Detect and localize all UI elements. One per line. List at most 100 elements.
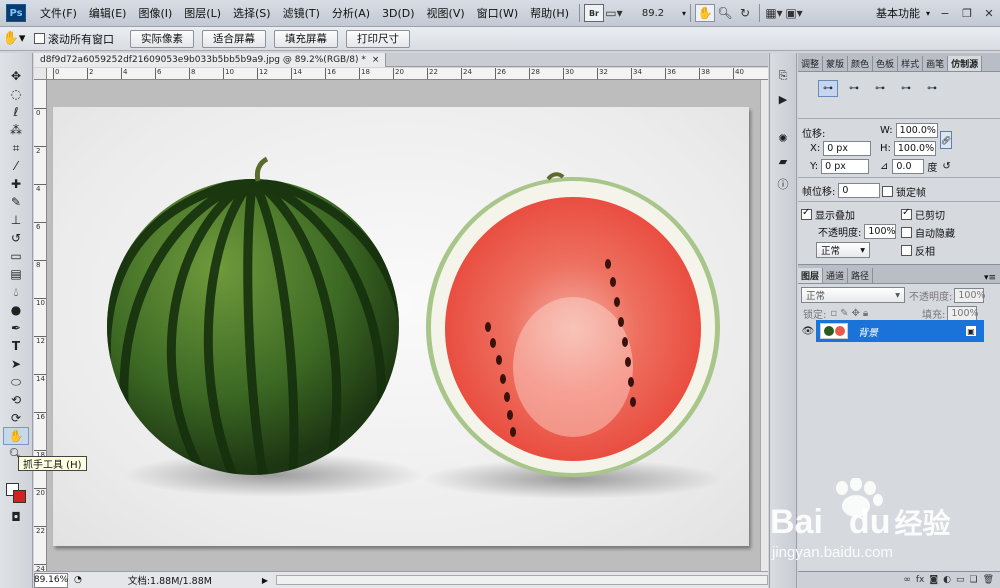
gradient-tool-icon[interactable]: ▤	[3, 265, 29, 283]
restore-icon[interactable]: ❐	[956, 4, 978, 22]
clipped-checkbox[interactable]: 已剪切	[901, 207, 945, 222]
tab-clone-source[interactable]: 仿制源	[948, 56, 983, 71]
vertical-ruler[interactable]: 0 2 4 6 8 10 12 14 16 18 20 22 24	[34, 80, 47, 571]
lock-frame-checkbox[interactable]: 锁定帧	[882, 184, 926, 199]
link-layers-icon[interactable]: ∞	[903, 575, 911, 585]
clone-source-1-icon[interactable]: ⊶	[818, 80, 838, 97]
frame-offset-input[interactable]: 0	[838, 183, 881, 198]
lock-options-icon[interactable]: ▫✎✥🔒︎	[830, 308, 871, 319]
menu-3d[interactable]: 3D(D)	[376, 0, 421, 27]
x-offset-input[interactable]: 0 px	[823, 141, 872, 156]
status-zoom-field[interactable]: 89.16%	[34, 572, 68, 588]
document-image[interactable]	[53, 107, 749, 546]
minimize-icon[interactable]: −	[934, 4, 956, 22]
workspace-switcher[interactable]: 基本功能	[870, 5, 926, 21]
move-tool-icon[interactable]: ✥	[3, 67, 29, 85]
fx-icon[interactable]: fx	[916, 575, 925, 585]
menu-filter[interactable]: 滤镜(T)	[277, 0, 326, 27]
horizontal-ruler[interactable]: 0 2 4 6 8 10 12 14 16 18 20 22 24 26 28 30 32 34 36 38 40	[47, 68, 768, 80]
info-panel-icon[interactable]: ⓘ	[773, 174, 793, 194]
angle-input[interactable]: 0.0	[892, 159, 925, 174]
crop-tool-icon[interactable]: ⌗	[3, 139, 29, 157]
shape-tool-icon[interactable]: ⬭	[3, 373, 29, 391]
adjustment-layer-icon[interactable]: ◐	[943, 575, 951, 585]
tab-paths[interactable]: 路径	[848, 268, 874, 283]
vertical-scrollbar[interactable]	[760, 80, 768, 571]
3d-rotate-tool-icon[interactable]: ⟲	[3, 391, 29, 409]
blend-mode-select[interactable]: 正常 ▾	[801, 287, 905, 303]
blur-tool-icon[interactable]: 💧︎	[3, 283, 29, 301]
checkbox-box[interactable]	[901, 245, 912, 256]
menu-image[interactable]: 图像(I)	[132, 0, 178, 27]
tab-styles[interactable]: 样式	[898, 56, 924, 71]
quick-mask-icon[interactable]: ◘	[3, 508, 29, 526]
invert-checkbox[interactable]: 反相	[901, 243, 935, 258]
brush-tool-icon[interactable]: ✎	[3, 193, 29, 211]
ruler-origin[interactable]	[34, 68, 47, 80]
y-offset-input[interactable]: 0 px	[821, 159, 870, 174]
menu-analysis[interactable]: 分析(A)	[326, 0, 376, 27]
fill-screen-button[interactable]: 填充屏幕	[274, 29, 338, 48]
arrange-documents-icon[interactable]: ▦▾	[764, 4, 784, 22]
navigator-panel-icon[interactable]: ✺	[773, 128, 793, 148]
chevron-down-icon[interactable]: ▾	[682, 9, 686, 18]
link-scale-icon[interactable]: 🔗︎	[940, 131, 952, 149]
tab-masks[interactable]: 蒙版	[823, 56, 849, 71]
eraser-tool-icon[interactable]: ▭	[3, 247, 29, 265]
zoom-level[interactable]: 89.2	[624, 8, 682, 19]
view-extras-icon[interactable]: ▭▾	[604, 4, 624, 22]
layer-row-background[interactable]: 👁︎ 背景 ▣	[800, 320, 984, 342]
screen-mode-icon[interactable]: ▣▾	[784, 4, 804, 22]
checkbox-box[interactable]	[801, 207, 812, 220]
actual-pixels-button[interactable]: 实际像素	[130, 29, 194, 48]
menu-view[interactable]: 视图(V)	[421, 0, 471, 27]
delete-layer-icon[interactable]: 🗑︎	[983, 575, 994, 585]
marquee-tool-icon[interactable]: ◌	[3, 85, 29, 103]
auto-hide-checkbox[interactable]: 自动隐藏	[901, 225, 955, 240]
status-info-icon[interactable]: ◔	[74, 575, 82, 585]
healing-brush-tool-icon[interactable]: ✚	[3, 175, 29, 193]
actions-panel-icon[interactable]: ▶	[773, 89, 793, 109]
new-layer-icon[interactable]: ❏	[969, 575, 977, 585]
clone-source-5-icon[interactable]: ⊶	[922, 80, 942, 97]
overlay-opacity-input[interactable]: 100%	[864, 224, 897, 239]
rotate-view-icon[interactable]: ↻	[735, 4, 755, 22]
lasso-tool-icon[interactable]: ℓ	[3, 103, 29, 121]
histogram-panel-icon[interactable]: ▰	[773, 151, 793, 171]
dodge-tool-icon[interactable]: ●	[3, 301, 29, 319]
layer-opacity-input[interactable]: 100%	[954, 288, 986, 303]
clone-source-3-icon[interactable]: ⊶	[870, 80, 890, 97]
history-panel-icon[interactable]: ⎘	[773, 66, 793, 86]
tab-swatches[interactable]: 色板	[873, 56, 899, 71]
close-icon[interactable]: ✕	[978, 4, 1000, 22]
print-size-button[interactable]: 打印尺寸	[346, 29, 410, 48]
tab-color[interactable]: 颜色	[848, 56, 874, 71]
new-group-icon[interactable]: ▭	[956, 575, 965, 585]
canvas-area[interactable]	[47, 80, 760, 571]
type-tool-icon[interactable]: T	[3, 337, 29, 355]
horizontal-scrollbar[interactable]	[276, 575, 768, 585]
menu-edit[interactable]: 编辑(E)	[83, 0, 133, 27]
eyedropper-tool-icon[interactable]: ⁄	[3, 157, 29, 175]
fill-input[interactable]: 100%	[947, 306, 979, 321]
menu-layer[interactable]: 图层(L)	[178, 0, 227, 27]
clone-source-4-icon[interactable]: ⊶	[896, 80, 916, 97]
menu-file[interactable]: 文件(F)	[34, 0, 83, 27]
fit-screen-button[interactable]: 适合屏幕	[202, 29, 266, 48]
panel-menu-icon[interactable]: ▾≡	[984, 273, 996, 283]
checkbox-box[interactable]	[901, 207, 912, 220]
status-menu-arrow-icon[interactable]: ▶	[262, 576, 268, 585]
checkbox-box[interactable]	[901, 227, 912, 238]
pen-tool-icon[interactable]: ✒	[3, 319, 29, 337]
scroll-all-windows-checkbox[interactable]: 滚动所有窗口	[34, 31, 114, 47]
tab-layers[interactable]: 图层	[798, 268, 824, 283]
tab-brushes[interactable]: 画笔	[923, 56, 949, 71]
3d-orbit-tool-icon[interactable]: ⟳	[3, 409, 29, 427]
menu-select[interactable]: 选择(S)	[227, 0, 277, 27]
show-overlay-checkbox[interactable]: 显示叠加	[801, 207, 855, 222]
history-brush-tool-icon[interactable]: ↺	[3, 229, 29, 247]
menu-window[interactable]: 窗口(W)	[471, 0, 524, 27]
hand-tool-icon[interactable]: ✋	[3, 427, 29, 445]
eye-icon[interactable]: 👁︎	[800, 320, 816, 342]
menu-help[interactable]: 帮助(H)	[524, 0, 575, 27]
